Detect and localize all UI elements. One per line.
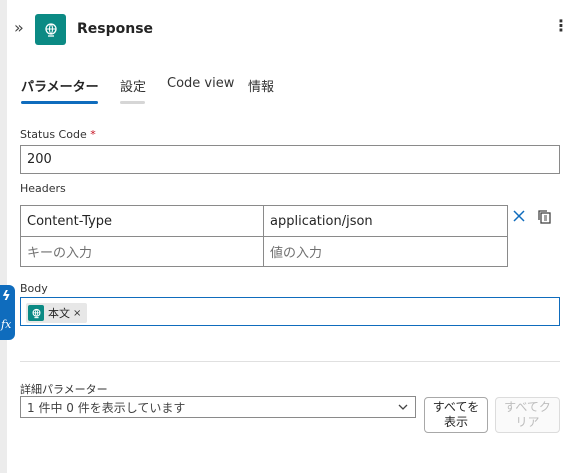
page-title: Response: [77, 21, 154, 37]
remove-token-icon[interactable]: ×: [73, 308, 81, 319]
advanced-params-select[interactable]: 1 件中 0 件を表示しています: [20, 396, 416, 418]
body-token[interactable]: 本文 ×: [26, 303, 88, 323]
new-header-value-input[interactable]: 値の入力: [263, 236, 508, 267]
required-mark: *: [90, 128, 96, 141]
expression-icon[interactable]: fx: [1, 318, 11, 331]
tab-hover-indicator: [120, 101, 145, 104]
app-globe-icon: [35, 14, 66, 45]
more-options-icon[interactable]: ⋮: [553, 18, 568, 34]
tab-code-view[interactable]: Code view: [167, 76, 234, 91]
tab-parameters[interactable]: パラメーター: [21, 76, 99, 95]
token-label: 本文: [48, 307, 70, 320]
new-header-key-input[interactable]: キーの入力: [20, 236, 264, 267]
show-all-button[interactable]: すべてを 表示: [424, 397, 488, 433]
tab-active-indicator: [21, 101, 98, 104]
lightning-icon[interactable]: ϟ: [2, 289, 11, 304]
clear-all-button[interactable]: すべてク リア: [495, 397, 560, 433]
header-key-input[interactable]: Content-Type: [20, 205, 264, 237]
key-placeholder: キーの入力: [27, 246, 93, 261]
left-panel-edge: [0, 0, 7, 473]
delete-header-icon[interactable]: [512, 208, 526, 222]
headers-label: Headers: [20, 182, 66, 195]
chevron-down-icon: [398, 404, 408, 410]
divider: [20, 361, 560, 362]
tab-settings[interactable]: 設定: [120, 76, 146, 95]
collapse-panel-icon[interactable]: »: [14, 18, 24, 37]
body-input[interactable]: [20, 297, 560, 326]
advanced-params-select-text: 1 件中 0 件を表示しています: [27, 400, 186, 415]
status-code-input[interactable]: 200: [20, 145, 560, 174]
status-code-label: Status Code *: [20, 128, 96, 141]
dynamic-content-pill[interactable]: ϟ fx: [0, 285, 15, 340]
header-value-input[interactable]: application/json: [263, 205, 508, 237]
app-globe-icon: [28, 305, 44, 321]
body-label: Body: [20, 282, 48, 295]
value-placeholder: 値の入力: [270, 246, 323, 261]
tab-info[interactable]: 情報: [248, 76, 274, 95]
advanced-params-label: 詳細パラメーター: [20, 383, 108, 396]
copy-header-icon[interactable]: [537, 209, 553, 225]
